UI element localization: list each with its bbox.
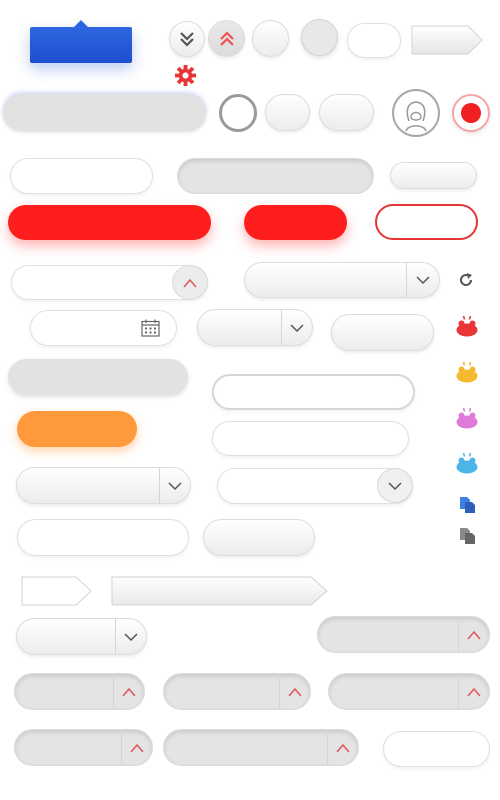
collapse-button[interactable] bbox=[169, 21, 205, 57]
blue-tooltip bbox=[30, 20, 132, 63]
up-toggle[interactable] bbox=[458, 617, 489, 652]
up-toggle[interactable] bbox=[113, 674, 144, 709]
up-toggle[interactable] bbox=[458, 674, 489, 709]
tag-arrow-button[interactable] bbox=[411, 25, 483, 55]
up-circle-button[interactable] bbox=[172, 265, 208, 300]
calendar-icon[interactable] bbox=[141, 319, 160, 337]
outline-red-button[interactable] bbox=[375, 204, 478, 240]
pill-button-b[interactable] bbox=[319, 94, 374, 131]
gray-select-up-f[interactable] bbox=[163, 729, 359, 766]
record-button[interactable] bbox=[452, 94, 490, 132]
small-pill-button[interactable] bbox=[347, 23, 401, 58]
wide-gray-pill[interactable] bbox=[3, 94, 206, 131]
copy-document-icon-blue[interactable] bbox=[459, 496, 477, 514]
pill-button-a[interactable] bbox=[265, 94, 310, 131]
chevron-down-icon bbox=[388, 481, 402, 490]
text-input-d[interactable] bbox=[17, 519, 189, 556]
chevron-down-icon bbox=[290, 323, 304, 332]
gear-icon[interactable] bbox=[174, 64, 197, 87]
frog-icon-red bbox=[456, 315, 478, 337]
text-input-c[interactable] bbox=[212, 421, 409, 456]
select-dropdown-d[interactable] bbox=[16, 618, 147, 655]
dropdown-toggle[interactable] bbox=[115, 619, 146, 654]
up-toggle[interactable] bbox=[121, 730, 152, 765]
primary-red-button-wide[interactable] bbox=[8, 205, 211, 240]
chevron-up-icon bbox=[122, 687, 136, 696]
frog-icon-yellow bbox=[456, 361, 478, 383]
frog-icon-blue bbox=[456, 452, 478, 474]
gray-pill-large[interactable] bbox=[8, 359, 188, 395]
chevron-up-icon bbox=[183, 278, 197, 287]
small-gray-button[interactable] bbox=[390, 162, 477, 189]
frog-icon-pink bbox=[456, 407, 478, 429]
text-input-gray[interactable] bbox=[177, 158, 374, 194]
up-toggle[interactable] bbox=[279, 674, 310, 709]
chevron-double-up-icon bbox=[219, 30, 234, 46]
select-dropdown-c[interactable] bbox=[16, 467, 191, 504]
chevron-up-icon bbox=[336, 743, 350, 752]
gray-select-up-a[interactable] bbox=[317, 616, 490, 653]
chevron-up-icon bbox=[467, 630, 481, 639]
round-button-small[interactable] bbox=[252, 20, 289, 57]
dropdown-toggle[interactable] bbox=[406, 263, 439, 297]
select-with-down-circle[interactable] bbox=[217, 468, 413, 504]
refresh-icon[interactable] bbox=[458, 272, 474, 288]
chevron-up-icon bbox=[130, 743, 144, 752]
tag-arrow-wide[interactable] bbox=[111, 576, 329, 606]
gray-select-up-c[interactable] bbox=[163, 673, 311, 710]
medium-gray-button[interactable] bbox=[331, 314, 434, 351]
chevron-up-icon bbox=[467, 687, 481, 696]
gray-button-d[interactable] bbox=[203, 519, 315, 556]
text-input-b[interactable] bbox=[212, 374, 415, 410]
chevron-up-icon bbox=[288, 687, 302, 696]
chevron-double-down-icon bbox=[180, 32, 194, 47]
gray-select-up-e[interactable] bbox=[14, 729, 153, 766]
chevron-down-icon bbox=[168, 481, 182, 490]
primary-red-button[interactable] bbox=[244, 205, 347, 240]
up-toggle[interactable] bbox=[327, 730, 358, 765]
text-input-e[interactable] bbox=[383, 731, 490, 767]
round-button-gray[interactable] bbox=[301, 19, 338, 56]
gray-select-up-d[interactable] bbox=[328, 673, 490, 710]
copy-document-icon-gray[interactable] bbox=[459, 527, 477, 545]
select-dropdown-a[interactable] bbox=[244, 262, 440, 298]
date-input[interactable] bbox=[30, 310, 177, 346]
text-input-a[interactable] bbox=[10, 158, 153, 194]
radio-outline[interactable] bbox=[219, 94, 257, 132]
dropdown-toggle[interactable] bbox=[281, 310, 312, 345]
orange-button[interactable] bbox=[17, 411, 137, 447]
chevron-down-icon bbox=[416, 276, 430, 285]
down-circle-button[interactable] bbox=[377, 468, 413, 503]
select-dropdown-b[interactable] bbox=[197, 309, 313, 346]
user-avatar-icon bbox=[405, 101, 427, 132]
select-with-up-circle[interactable] bbox=[11, 265, 208, 300]
tag-arrow-small[interactable] bbox=[21, 576, 93, 606]
record-icon bbox=[461, 103, 481, 123]
expand-button[interactable] bbox=[208, 20, 245, 57]
avatar-button[interactable] bbox=[392, 89, 440, 137]
dropdown-toggle[interactable] bbox=[159, 468, 190, 503]
chevron-down-icon bbox=[124, 632, 138, 641]
gray-select-up-b[interactable] bbox=[14, 673, 145, 710]
